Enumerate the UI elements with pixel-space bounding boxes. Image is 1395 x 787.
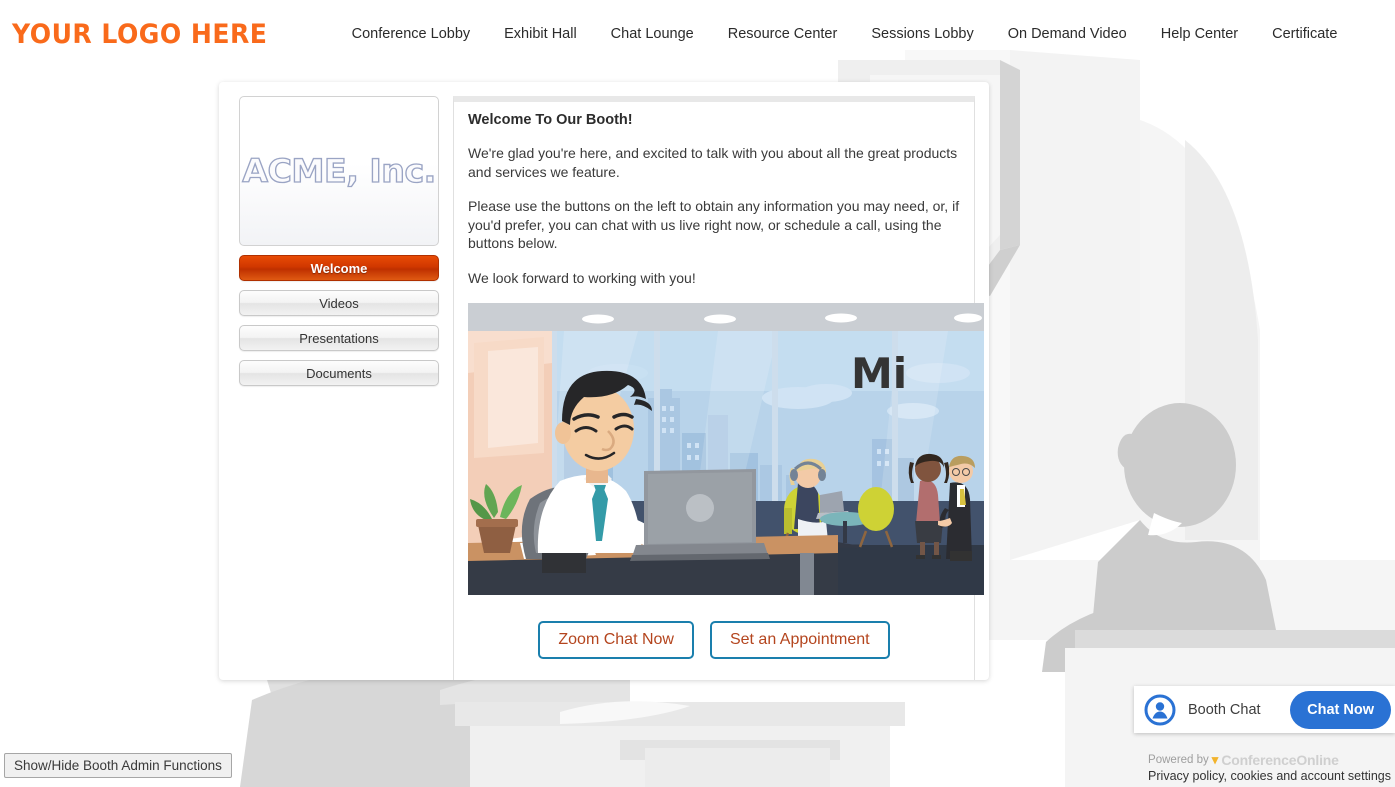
company-logo-text: ACME, Inc. xyxy=(242,151,437,190)
booth-tab-documents[interactable]: Documents xyxy=(239,360,439,386)
show-hide-booth-admin-button[interactable]: Show/Hide Booth Admin Functions xyxy=(4,753,232,778)
welcome-paragraph-2: Please use the buttons on the left to ob… xyxy=(468,198,960,251)
cta-button-row: Zoom Chat Now Set an Appointment xyxy=(468,621,960,659)
booth-tab-welcome[interactable]: Welcome xyxy=(239,255,439,281)
booth-video-scene[interactable]: Mi xyxy=(468,303,984,595)
booth-tab-videos[interactable]: Videos xyxy=(239,290,439,316)
welcome-paragraph-1: We're glad you're here, and excited to t… xyxy=(468,145,958,180)
welcome-heading: Welcome To Our Booth! xyxy=(468,112,633,128)
booth-window: ACME, Inc. Welcome Videos Presentations … xyxy=(219,82,989,680)
nav-item-on-demand-video[interactable]: On Demand Video xyxy=(991,26,1144,42)
nav-item-chat-lounge[interactable]: Chat Lounge xyxy=(594,26,711,42)
privacy-policy-link[interactable]: Privacy policy, cookies and account sett… xyxy=(1148,769,1391,783)
booth-sidebar: ACME, Inc. Welcome Videos Presentations … xyxy=(239,96,439,680)
footer: Powered by ▾ ConferenceOnline Privacy po… xyxy=(1148,752,1391,783)
booth-tab-documents-label: Documents xyxy=(306,365,372,381)
person-avatar-icon xyxy=(1144,694,1176,725)
booth-tab-welcome-label: Welcome xyxy=(310,260,368,276)
powered-by-row: Powered by ▾ ConferenceOnline xyxy=(1148,752,1391,768)
conferenceonline-mark-icon: ▾ xyxy=(1211,752,1219,767)
zoom-chat-now-button[interactable]: Zoom Chat Now xyxy=(538,621,694,659)
booth-chat-widget: Booth Chat Chat Now xyxy=(1134,686,1395,733)
conferenceonline-brand: ConferenceOnline xyxy=(1221,752,1339,768)
nav-item-help-center[interactable]: Help Center xyxy=(1144,26,1255,42)
brand-logo[interactable]: YOUR LOGO HERE xyxy=(12,19,267,50)
booth-tab-presentations[interactable]: Presentations xyxy=(239,325,439,351)
nav-item-resource-center[interactable]: Resource Center xyxy=(711,26,855,42)
nav-item-exhibit-hall[interactable]: Exhibit Hall xyxy=(487,26,594,42)
nav-item-conference-lobby[interactable]: Conference Lobby xyxy=(335,26,488,42)
set-appointment-button[interactable]: Set an Appointment xyxy=(709,621,890,659)
nav-item-certificate[interactable]: Certificate xyxy=(1255,26,1354,42)
powered-by-label: Powered by xyxy=(1148,754,1209,766)
booth-content-panel: Welcome To Our Booth! We're glad you're … xyxy=(453,96,984,680)
booth-chat-title: Booth Chat xyxy=(1188,701,1261,718)
chat-now-button[interactable]: Chat Now xyxy=(1290,690,1391,729)
nav-item-sessions-lobby[interactable]: Sessions Lobby xyxy=(854,26,990,42)
booth-tab-videos-label: Videos xyxy=(319,295,359,311)
welcome-paragraph-3: We look forward to working with you! xyxy=(468,269,696,286)
company-logo-box: ACME, Inc. xyxy=(239,96,439,246)
site-header: YOUR LOGO HERE Conference Lobby Exhibit … xyxy=(0,0,1395,68)
booth-tab-presentations-label: Presentations xyxy=(299,330,379,346)
main-navigation: Conference Lobby Exhibit Hall Chat Loung… xyxy=(335,26,1355,42)
